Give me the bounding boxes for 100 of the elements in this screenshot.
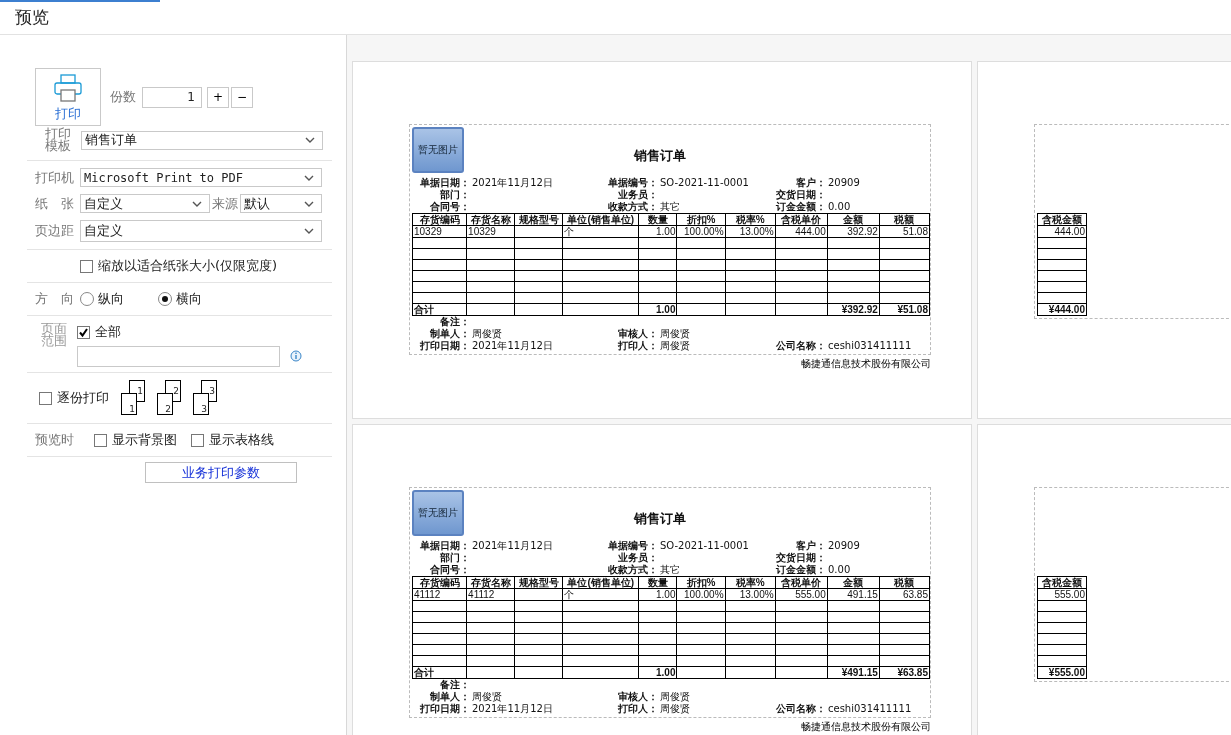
checkbox[interactable] <box>94 433 107 447</box>
document-title: 销售订单 <box>634 147 686 165</box>
chevron-down-icon <box>192 200 202 207</box>
table-cell: 1.00 <box>656 226 676 237</box>
checkbox-label[interactable]: 显示表格线 <box>209 431 274 449</box>
field-value: SO-2021-11-0001 <box>660 177 749 188</box>
table-header-cell: 税额 <box>894 214 915 225</box>
print-button[interactable]: 打印 <box>35 68 101 126</box>
total-cell: ¥555.00 <box>1048 667 1085 678</box>
margins-dropdown[interactable]: 自定义 <box>80 220 322 242</box>
table-cell: 13.00% <box>739 226 774 237</box>
field-label: 客户： <box>795 177 826 189</box>
table-header-cell: 税额 <box>894 577 915 588</box>
field-label: 单据日期： <box>419 540 470 552</box>
paper-dropdown[interactable]: 自定义 <box>80 194 210 213</box>
company-name: 畅捷通信息技术股份有限公司 <box>801 721 931 732</box>
field-value: 20909 <box>828 177 860 188</box>
table-cell: 10329 <box>468 226 496 237</box>
checkbox-label[interactable]: 显示背景图 <box>112 431 177 449</box>
total-cell: 合计 <box>414 667 434 678</box>
orientation-label: 方 向 <box>35 290 75 308</box>
table-header-cell: 存货编码 <box>419 577 460 588</box>
checkbox[interactable] <box>191 433 204 447</box>
field-value: ceshi031411111 <box>828 703 912 714</box>
table-header-cell: 折扣% <box>686 577 716 588</box>
field-value: 其它 <box>660 564 680 575</box>
field-value: 20909 <box>828 540 860 551</box>
document-title: 销售订单 <box>634 510 686 528</box>
info-icon <box>290 350 303 363</box>
table-cell: 444.00 <box>795 226 826 237</box>
chevron-down-icon <box>305 137 316 143</box>
table-cell: 555.00 <box>795 589 826 600</box>
table-header-cell: 折扣% <box>686 214 716 225</box>
field-label: 部门： <box>439 552 470 564</box>
table-cell: 491.15 <box>847 589 878 600</box>
field-label: 订金金额： <box>775 201 826 213</box>
field-label: 交货日期： <box>775 189 826 201</box>
total-cell: ¥444.00 <box>1048 304 1085 315</box>
table-header-cell: 数量 <box>647 214 668 225</box>
field-label: 备注： <box>439 316 470 328</box>
table-header-cell: 税率% <box>735 577 765 588</box>
printer-dropdown[interactable]: Microsoft Print to PDF <box>80 168 322 187</box>
field-label: 制单人： <box>429 691 470 703</box>
preview-options-label: 预览时 <box>35 431 75 449</box>
total-cell: 合计 <box>414 304 434 315</box>
field-value: 周俊贤 <box>472 691 502 702</box>
field-label: 单据编号： <box>607 177 658 189</box>
template-label: 打印模板 <box>45 128 72 152</box>
table-header-cell: 税率% <box>735 214 765 225</box>
field-value: 2021年11月12日 <box>472 703 553 714</box>
field-value: 周俊贤 <box>660 340 690 351</box>
table-header-cell: 含税金额 <box>1042 577 1082 588</box>
checkbox-label[interactable]: 逐份打印 <box>57 389 109 407</box>
field-label: 打印人： <box>617 703 658 715</box>
checkbox[interactable] <box>77 325 91 339</box>
table-cell: 10329 <box>414 226 442 237</box>
field-label: 打印人： <box>617 340 658 352</box>
checkbox[interactable] <box>80 259 93 273</box>
field-value: 其它 <box>660 201 680 212</box>
table-cell: 63.85 <box>902 589 928 600</box>
copies-input[interactable]: 1 <box>142 86 202 108</box>
table-cell: 1.00 <box>656 589 676 600</box>
field-value: 周俊贤 <box>660 328 690 339</box>
field-value: 周俊贤 <box>660 703 690 714</box>
page-icon: 2 <box>157 393 173 415</box>
radio-label[interactable]: 纵向 <box>98 290 124 308</box>
checkbox-label[interactable]: 缩放以适合纸张大小(仅限宽度) <box>98 257 278 275</box>
placeholder-text: 暂无图片 <box>418 506 458 520</box>
table-cell: 444.00 <box>1054 226 1085 237</box>
field-label: 合同号： <box>429 201 470 213</box>
field-label: 收款方式： <box>607 201 658 213</box>
checkbox[interactable] <box>39 391 52 405</box>
field-label: 打印日期： <box>419 340 470 352</box>
table-cell: 392.92 <box>847 226 878 237</box>
table-header-cell: 存货名称 <box>470 214 511 225</box>
source-dropdown[interactable]: 默认 <box>240 194 322 213</box>
page-icon: 1 <box>121 393 137 415</box>
business-params-button[interactable]: 业务打印参数 <box>145 462 297 483</box>
table-header-cell: 单位(销售单位) <box>567 577 635 588</box>
company-name: 畅捷通信息技术股份有限公司 <box>801 358 931 369</box>
page-icon: 3 <box>193 393 209 415</box>
page-range-input[interactable] <box>77 346 281 367</box>
field-label: 制单人： <box>429 328 470 340</box>
field-label: 审核人： <box>617 691 658 703</box>
total-cell: ¥51.08 <box>897 304 928 315</box>
decrement-button[interactable]: − <box>231 86 253 108</box>
table-cell: 13.00% <box>739 589 774 600</box>
field-value: SO-2021-11-0001 <box>660 540 749 551</box>
field-value: 周俊贤 <box>660 691 690 702</box>
table-cell: 100.00% <box>684 226 724 237</box>
table-header-cell: 金额 <box>843 214 864 225</box>
field-label: 单据编号： <box>607 540 658 552</box>
total-cell: 1.00 <box>656 304 676 315</box>
checkbox-label[interactable]: 全部 <box>95 323 122 341</box>
increment-button[interactable]: + <box>207 86 229 108</box>
field-label: 订金金额： <box>775 564 826 576</box>
chevron-down-icon <box>304 174 314 181</box>
field-value: 周俊贤 <box>472 328 502 339</box>
radio-label[interactable]: 横向 <box>176 290 202 308</box>
template-dropdown[interactable]: 销售订单 <box>81 130 324 150</box>
